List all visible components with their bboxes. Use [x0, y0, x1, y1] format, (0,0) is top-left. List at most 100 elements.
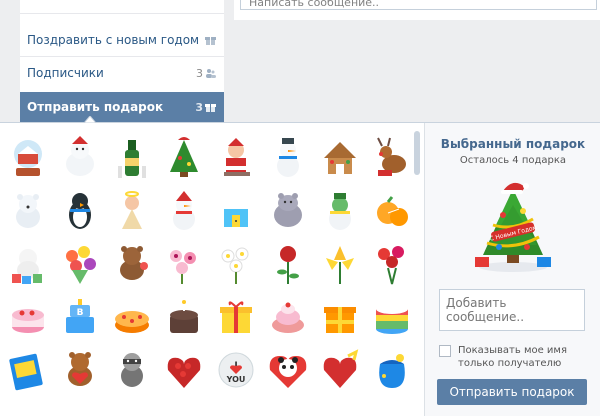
gift-orange-cake[interactable] [107, 292, 157, 342]
teddy-heart-icon [68, 352, 92, 386]
menu-divider [20, 56, 224, 57]
orange-cake-icon [115, 311, 149, 333]
gift-icon [205, 37, 216, 45]
gift-blue-book[interactable] [3, 345, 53, 395]
message-input[interactable]: Написать сообщение.. [240, 0, 597, 10]
gift-rose-heart[interactable] [159, 345, 209, 395]
teddy-flowers-icon [120, 246, 148, 280]
daisies-icon [221, 247, 249, 284]
gift-christmas-tree[interactable] [159, 133, 209, 183]
lilies-icon [326, 246, 354, 284]
send-gift-button[interactable]: Отправить подарок [437, 379, 587, 405]
panda-heart-icon [269, 356, 307, 388]
gift-snowman[interactable] [263, 133, 313, 183]
gift-grid: B IYOU [0, 123, 424, 416]
gift-popup: B IYOU Выбранный подарок Осталось 4 подар… [0, 122, 600, 416]
svg-text:YOU: YOU [226, 375, 246, 384]
angel-icon [116, 191, 148, 229]
orchid-icon [170, 250, 196, 284]
message-placeholder: Написать сообщение.. [249, 0, 380, 9]
gift-snow-house[interactable] [211, 186, 261, 236]
gift-gingerbread-house[interactable] [315, 133, 365, 183]
gift-strawberry-cake[interactable] [3, 292, 53, 342]
christmas-tree-icon [170, 137, 198, 177]
gift-champagne[interactable] [107, 133, 157, 183]
menu-item-label: Подписчики [27, 66, 104, 80]
menu-item-label: Поздравить с новым годом [27, 33, 200, 47]
snow-house-icon [220, 201, 252, 227]
svg-text:B: B [77, 308, 84, 318]
gift-i-love-you[interactable]: IYOU [211, 345, 261, 395]
polar-bear-icon [66, 136, 94, 176]
menu-item-send-gift[interactable]: Отправить подарок 3 [20, 92, 224, 122]
gift-polar-bear-cub[interactable] [3, 186, 53, 236]
gift-teddy-flowers[interactable] [107, 239, 157, 289]
gift-icon [205, 104, 216, 112]
hippo-icon [274, 193, 302, 227]
strawberry-cake-icon [12, 309, 44, 333]
gift-flower-bouquet[interactable] [55, 239, 105, 289]
selected-gift-title: Выбранный подарок [440, 137, 586, 151]
people-icon [206, 69, 216, 78]
snowman-hat-icon [173, 191, 195, 230]
raccoon-icon [121, 353, 143, 387]
gift-pink-cake[interactable] [263, 292, 313, 342]
subscribers-count: 3 [196, 66, 203, 80]
gift-rainbow-cake[interactable] [367, 292, 417, 342]
popup-pointer [84, 116, 96, 123]
frog-snowman-icon [329, 193, 351, 230]
santa-sleigh-icon [224, 138, 250, 176]
blue-cake-icon: B [66, 299, 94, 333]
left-menu: Поздравить с новым годом Подписчики 3 От… [20, 0, 224, 122]
gift-message-input[interactable]: Добавить сообщение.. [439, 289, 585, 331]
gift-daisies[interactable] [211, 239, 261, 289]
pink-cake-icon [272, 302, 304, 333]
gift-orchid[interactable] [159, 239, 209, 289]
gift-raccoon[interactable] [107, 345, 157, 395]
gift-reindeer[interactable] [367, 133, 417, 183]
gift-blue-bag[interactable] [367, 345, 417, 395]
blue-bag-icon [379, 354, 405, 388]
gift-angel[interactable] [107, 186, 157, 236]
private-name-label: Показывать мое имя только получателю [458, 345, 567, 369]
gift-frog-snowman[interactable] [315, 186, 365, 236]
gift-snow-globe[interactable] [3, 133, 53, 183]
selected-tree-image: С Новым Годом [475, 182, 551, 272]
menu-item-label: Отправить подарок [27, 100, 164, 114]
gift-teddy-heart[interactable] [55, 345, 105, 395]
chocolate-cake-icon [170, 300, 198, 333]
menu-item-new-year[interactable]: Поздравить с новым годом [20, 25, 224, 55]
gift-panda-heart[interactable] [263, 345, 313, 395]
gift-gift-box-orange[interactable] [315, 292, 365, 342]
gift-blue-cake[interactable]: B [55, 292, 105, 342]
gift-gift-box-yellow[interactable] [211, 292, 261, 342]
gift-box-yellow-icon [220, 301, 252, 333]
gift-red-rose[interactable] [263, 239, 313, 289]
gift-chocolate-cake[interactable] [159, 292, 209, 342]
gift-polar-bear[interactable] [55, 133, 105, 183]
gifts-remaining: Осталось 4 подарка [459, 155, 567, 166]
gift-box-orange-icon [324, 307, 356, 333]
grid-scrollbar[interactable] [414, 131, 420, 175]
gingerbread-house-icon [324, 142, 356, 174]
gift-mandarin[interactable] [367, 186, 417, 236]
gift-snowman-hat[interactable] [159, 186, 209, 236]
gift-teddy-blocks[interactable] [3, 239, 53, 289]
gift-lilies[interactable] [315, 239, 365, 289]
gift-santa-sleigh[interactable] [211, 133, 261, 183]
gift-heart-box[interactable] [315, 345, 365, 395]
reindeer-icon [377, 137, 406, 176]
private-name-checkbox[interactable] [439, 345, 451, 357]
mandarin-icon [377, 196, 408, 226]
gift-penguin[interactable] [55, 186, 105, 236]
blue-book-icon [9, 353, 43, 391]
teddy-blocks-icon [12, 249, 42, 284]
flower-bouquet-icon [66, 246, 96, 284]
gift-tulip-bouquet[interactable] [367, 239, 417, 289]
red-rose-icon [277, 246, 299, 284]
gift-hippo[interactable] [263, 186, 313, 236]
polar-bear-cub-icon [16, 194, 40, 228]
i-love-you-icon: IYOU [218, 352, 254, 388]
snowman-icon [277, 138, 299, 177]
menu-item-subscribers[interactable]: Подписчики 3 [20, 58, 224, 88]
